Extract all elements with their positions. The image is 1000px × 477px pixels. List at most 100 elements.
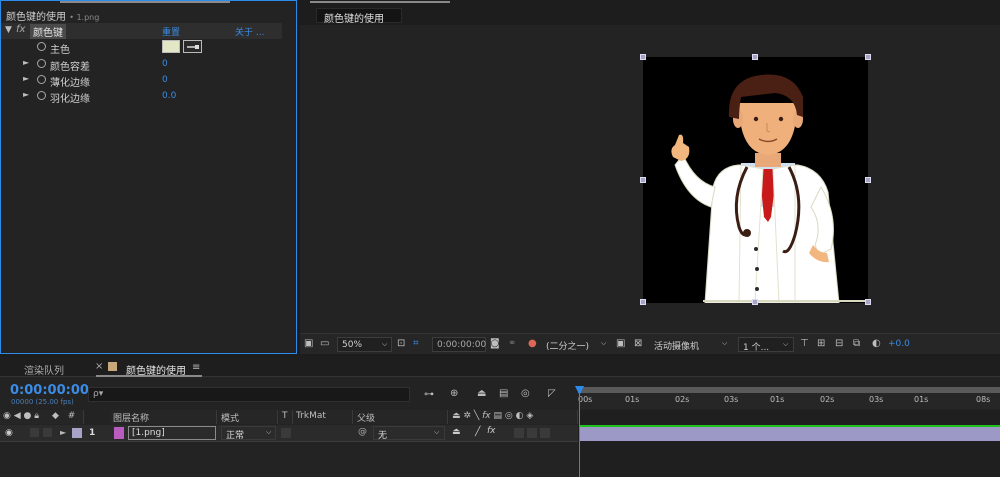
views-dropdown[interactable]: 1 个... ⌵ bbox=[738, 337, 794, 353]
resolution-dropdown[interactable]: (二分之一) ⌵ bbox=[544, 337, 610, 352]
draft-3d-icon[interactable]: ⊕ bbox=[450, 388, 458, 399]
expand-triangle-icon[interactable]: ► bbox=[23, 74, 29, 83]
effect-switch-icon[interactable]: fx bbox=[482, 411, 491, 421]
property-value[interactable]: 0 bbox=[162, 59, 168, 69]
motion-blur-icon[interactable]: ◎ bbox=[521, 388, 530, 399]
expand-triangle-icon[interactable]: ► bbox=[23, 58, 29, 67]
effect-row[interactable]: ▼ fx 颜色键 重置 关于 ... bbox=[1, 23, 282, 39]
expand-triangle-icon[interactable]: ► bbox=[60, 428, 66, 437]
fx-toggle-icon[interactable]: fx bbox=[16, 24, 25, 35]
reset-exposure-icon[interactable]: ⊞ bbox=[817, 338, 825, 349]
frame-blend-switch-icon[interactable]: ▤ bbox=[493, 411, 502, 421]
comp-flowchart-icon[interactable]: ⊶ bbox=[424, 389, 434, 400]
stopwatch-icon[interactable] bbox=[37, 91, 46, 100]
column-t[interactable]: T bbox=[279, 410, 293, 424]
fast-preview-icon[interactable]: ▣ bbox=[616, 338, 625, 349]
exposure-icon[interactable]: ◐ bbox=[872, 338, 881, 349]
column-mode[interactable]: 模式 bbox=[218, 410, 278, 424]
transparency-grid-icon[interactable]: ⊠ bbox=[634, 338, 642, 349]
column-trkmat[interactable]: TrkMat bbox=[293, 410, 353, 424]
preserve-transparency-toggle[interactable] bbox=[281, 428, 291, 438]
label-icon[interactable]: ◆ bbox=[52, 411, 59, 421]
motion-blur-switch-icon[interactable]: ◎ bbox=[505, 411, 513, 421]
monitor-icon[interactable]: ▭ bbox=[320, 338, 329, 349]
motion-blur-toggle[interactable] bbox=[527, 428, 537, 438]
layer-row[interactable]: ◉ ► 1 [1.png] 正常 ⌵ @ 无 ⌵ ⏏ ╱ fx bbox=[0, 425, 578, 442]
resolution-icon[interactable]: ⊡ bbox=[397, 338, 405, 349]
frame-blend-toggle[interactable] bbox=[514, 428, 524, 438]
eye-icon[interactable]: ◉ bbox=[5, 428, 13, 438]
timeline-track-area[interactable] bbox=[578, 410, 1000, 477]
expand-triangle-icon[interactable]: ► bbox=[23, 90, 29, 99]
parent-dropdown[interactable]: 无 ⌵ bbox=[373, 426, 445, 441]
3d-switch-icon[interactable]: ◈ bbox=[526, 411, 533, 421]
time-ruler[interactable] bbox=[578, 387, 1000, 409]
camera-snapshot-icon[interactable]: ◙ bbox=[490, 338, 500, 349]
layer-duration-bar[interactable] bbox=[580, 425, 1000, 441]
region-of-interest-icon[interactable]: ⌗ bbox=[413, 338, 419, 349]
stopwatch-icon[interactable] bbox=[37, 59, 46, 68]
effect-name[interactable]: 颜色键 bbox=[30, 24, 66, 39]
transform-handle[interactable] bbox=[640, 299, 646, 305]
collapse-triangle-icon[interactable]: ▼ bbox=[5, 25, 12, 35]
mode-dropdown[interactable]: 正常 ⌵ bbox=[221, 426, 276, 441]
transform-handle[interactable] bbox=[752, 54, 758, 60]
layer-color-label[interactable] bbox=[72, 428, 82, 438]
collapse-switch-icon[interactable]: ✲ bbox=[463, 411, 471, 421]
stopwatch-icon[interactable] bbox=[37, 42, 46, 51]
quality-switch-icon[interactable]: ╱ bbox=[475, 427, 480, 437]
property-value[interactable]: 0 bbox=[162, 75, 168, 85]
transform-handle[interactable] bbox=[640, 54, 646, 60]
eye-icon[interactable]: ◉ bbox=[3, 411, 11, 421]
flowchart-icon[interactable]: ⊟ bbox=[835, 338, 843, 349]
column-layer-name[interactable]: 图层名称 bbox=[110, 410, 217, 424]
fast-previews-icon[interactable]: ⧉ bbox=[853, 338, 860, 349]
solo-icon[interactable]: ● bbox=[24, 411, 32, 421]
key-color-swatch[interactable] bbox=[162, 40, 180, 53]
adjustment-switch-icon[interactable]: ◐ bbox=[516, 411, 524, 421]
transform-handle[interactable] bbox=[865, 299, 871, 305]
transform-handle[interactable] bbox=[865, 54, 871, 60]
close-icon[interactable]: × bbox=[95, 361, 103, 372]
layer-search-input[interactable]: ρ▾ bbox=[88, 387, 410, 402]
color-channels-icon[interactable]: ● bbox=[528, 338, 537, 349]
show-snapshot-icon[interactable]: ⚭ bbox=[508, 338, 516, 349]
shy-layers-icon[interactable]: ⏏ bbox=[477, 388, 486, 399]
shy-switch-icon[interactable]: ⏏ bbox=[452, 427, 461, 437]
transform-handle[interactable] bbox=[640, 177, 646, 183]
always-preview-icon[interactable]: ▣ bbox=[304, 338, 313, 349]
tab-render-queue[interactable]: 渲染队列 bbox=[24, 362, 64, 377]
toggle-pixel-aspect-icon[interactable]: ⊤ bbox=[800, 338, 809, 349]
current-time-field[interactable]: 0:00:00:00 bbox=[432, 337, 486, 352]
layer-file-name: • 1.png bbox=[69, 13, 100, 22]
eyedropper-icon[interactable] bbox=[183, 40, 202, 53]
transform-handle[interactable] bbox=[865, 177, 871, 183]
menu-icon[interactable]: ≡ bbox=[192, 362, 200, 373]
3d-layer-toggle[interactable] bbox=[540, 428, 550, 438]
shy-switch-icon[interactable]: ⏏ bbox=[452, 411, 461, 421]
timeline-current-time[interactable]: 0:00:00:00 bbox=[10, 383, 89, 398]
pick-whip-icon[interactable]: @ bbox=[358, 427, 367, 437]
lock-toggle[interactable] bbox=[43, 428, 52, 437]
exposure-value[interactable]: +0.0 bbox=[888, 339, 910, 349]
lock-icon[interactable]: 🔒︎ bbox=[34, 411, 39, 421]
graph-editor-icon[interactable]: ◸ bbox=[548, 388, 556, 399]
audio-icon[interactable]: ◀ bbox=[14, 411, 21, 421]
camera-dropdown[interactable]: 活动摄像机 ⌵ bbox=[650, 337, 732, 352]
frame-blending-icon[interactable]: ▤ bbox=[499, 388, 508, 399]
work-area-bar[interactable] bbox=[578, 387, 1000, 393]
column-parent[interactable]: 父级 bbox=[354, 410, 448, 424]
audio-toggle[interactable] bbox=[30, 428, 39, 437]
effect-switch-icon[interactable]: fx bbox=[487, 426, 496, 436]
layer-name-field[interactable]: [1.png] bbox=[128, 426, 216, 440]
about-link[interactable]: 关于 ... bbox=[235, 25, 264, 38]
reset-link[interactable]: 重置 bbox=[162, 25, 180, 38]
stopwatch-icon[interactable] bbox=[37, 75, 46, 84]
composition-frame[interactable] bbox=[643, 57, 868, 303]
property-value[interactable]: 0.0 bbox=[162, 91, 176, 101]
current-time-indicator[interactable] bbox=[575, 386, 584, 477]
composition-tab[interactable]: 颜色键的使用 bbox=[316, 8, 402, 25]
zoom-dropdown[interactable]: 50% ⌵ bbox=[337, 337, 392, 352]
transform-handle[interactable] bbox=[752, 299, 758, 305]
quality-switch-icon[interactable]: ╲ bbox=[474, 411, 479, 421]
